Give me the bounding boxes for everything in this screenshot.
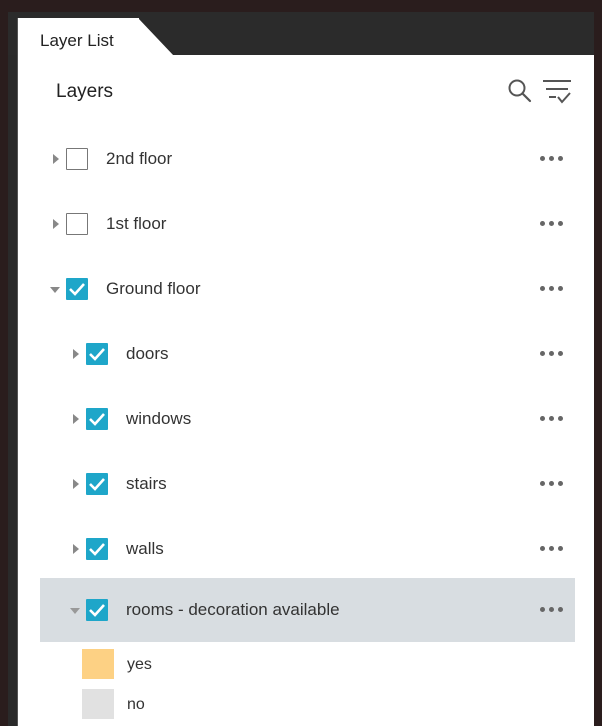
tab-layer-list[interactable]: Layer List — [17, 18, 139, 56]
caret-right-icon[interactable] — [71, 349, 81, 359]
checkmark-icon — [89, 543, 105, 556]
legend-label: yes — [127, 656, 152, 673]
ellipsis-icon — [540, 416, 545, 421]
layer-label: 1st floor — [106, 214, 167, 233]
layer-checkbox[interactable] — [86, 408, 108, 430]
checkmark-icon — [89, 478, 105, 491]
layer-row-doors[interactable]: doors — [40, 326, 575, 382]
layer-row-windows[interactable]: windows — [40, 391, 575, 447]
layer-label: windows — [126, 409, 192, 428]
layer-options-button[interactable] — [540, 416, 570, 424]
layer-options-button[interactable] — [540, 351, 570, 359]
layer-label: stairs — [126, 474, 167, 493]
layer-options-button[interactable] — [540, 546, 570, 554]
layer-label: rooms - decoration available — [126, 600, 340, 619]
legend-swatch — [82, 689, 114, 719]
layer-row-1st-floor[interactable]: 1st floor — [40, 196, 575, 252]
layer-checkbox[interactable] — [66, 213, 88, 235]
layer-checkbox[interactable] — [86, 473, 108, 495]
caret-right-icon[interactable] — [71, 414, 81, 424]
layer-label: Ground floor — [106, 279, 201, 298]
layer-row-stairs[interactable]: stairs — [40, 456, 575, 512]
layer-list-panel: Layers 2nd floor 1st floor Ground floor — [17, 55, 594, 726]
checkmark-icon — [89, 413, 105, 426]
caret-down-icon[interactable] — [70, 606, 80, 616]
layer-checkbox[interactable] — [86, 343, 108, 365]
checkmark-icon — [89, 348, 105, 361]
checkmark-icon — [89, 604, 105, 617]
ellipsis-icon — [540, 546, 545, 551]
layer-row-rooms[interactable]: rooms - decoration available — [40, 578, 575, 642]
search-icon[interactable] — [507, 78, 533, 104]
ellipsis-icon — [540, 481, 545, 486]
layer-label: walls — [126, 539, 164, 558]
legend-item-no: no — [82, 689, 482, 723]
layer-options-button[interactable] — [540, 286, 570, 294]
caret-down-icon[interactable] — [50, 285, 60, 295]
layer-row-walls[interactable]: walls — [40, 521, 575, 577]
ellipsis-icon — [540, 607, 545, 612]
tab-edge — [138, 18, 174, 56]
layer-label: doors — [126, 344, 169, 363]
ellipsis-icon — [540, 351, 545, 356]
legend-item-yes: yes — [82, 649, 482, 683]
panel-title: Layers — [56, 81, 114, 102]
caret-right-icon[interactable] — [51, 154, 61, 164]
layer-checkbox[interactable] — [86, 538, 108, 560]
layer-checkbox[interactable] — [86, 599, 108, 621]
layer-options-button[interactable] — [540, 156, 570, 164]
ellipsis-icon — [540, 286, 545, 291]
caret-right-icon[interactable] — [71, 544, 81, 554]
ellipsis-icon — [540, 156, 545, 161]
layer-options-button[interactable] — [540, 221, 570, 229]
layer-label: 2nd floor — [106, 149, 173, 168]
checkmark-icon — [69, 283, 85, 296]
caret-right-icon[interactable] — [71, 479, 81, 489]
layer-checkbox[interactable] — [66, 278, 88, 300]
layer-checkbox[interactable] — [66, 148, 88, 170]
filter-list-icon[interactable] — [542, 78, 572, 106]
layer-row-ground-floor[interactable]: Ground floor — [40, 261, 575, 317]
caret-right-icon[interactable] — [51, 219, 61, 229]
legend-label: no — [127, 696, 145, 713]
tab-label: Layer List — [40, 31, 114, 50]
legend-swatch — [82, 649, 114, 679]
layer-row-2nd-floor[interactable]: 2nd floor — [40, 131, 575, 187]
layer-options-button[interactable] — [540, 607, 570, 615]
layer-options-button[interactable] — [540, 481, 570, 489]
ellipsis-icon — [540, 221, 545, 226]
